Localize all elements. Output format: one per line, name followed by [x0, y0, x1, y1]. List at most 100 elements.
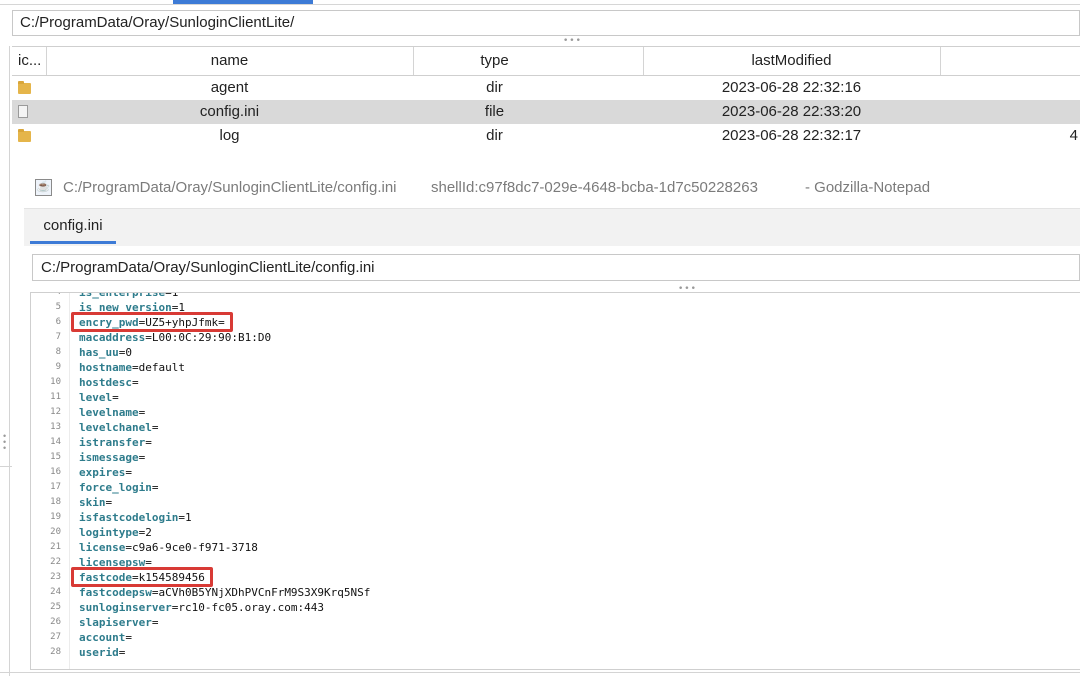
code-line: userid=: [79, 645, 125, 660]
equals-sign: =: [125, 541, 132, 554]
code-editor[interactable]: 4 5 6 7 8 9 10 11 12 13 14 15 16 17 18 19 20 21 22 23 24 25 26…: [30, 292, 1080, 670]
row-type: dir: [486, 79, 503, 96]
highlight-box: [71, 567, 213, 587]
row-name: agent: [210, 79, 249, 96]
code-line: has_uu=0: [79, 345, 132, 360]
config-value: 1: [184, 511, 192, 524]
config-key: is_enterprise: [79, 292, 166, 299]
line-number: 5: [55, 302, 61, 312]
line-number: 19: [50, 512, 61, 522]
equals-sign: =: [151, 616, 159, 629]
code-line: expires=: [79, 465, 132, 480]
code-line: is_enterprise=1: [79, 292, 178, 300]
code-line: level=: [79, 390, 119, 405]
code-line: hostdesc=: [79, 375, 139, 390]
line-number: 12: [50, 407, 61, 417]
column-header-name[interactable]: name: [46, 47, 413, 75]
notepad-title-bar[interactable]: ☕ C:/ProgramData/Oray/SunloginClientLite…: [24, 168, 1080, 209]
config-key: expires: [79, 466, 126, 479]
config-key: isfastcodelogin: [79, 511, 179, 524]
equals-sign: =: [125, 631, 132, 644]
config-value: rc10-fc05.oray.com:443: [178, 601, 325, 614]
line-number: 7: [55, 332, 61, 342]
config-key: hostname: [79, 361, 132, 374]
line-number: 21: [50, 542, 61, 552]
java-app-icon: ☕: [35, 179, 52, 196]
config-key: levelname: [79, 406, 139, 419]
code-line: license=c9a6-9ce0-f971-3718: [79, 540, 258, 555]
config-key: level: [79, 391, 113, 404]
row-type: file: [484, 103, 505, 120]
line-number: 8: [55, 347, 61, 357]
line-number: 27: [50, 632, 61, 642]
column-header-type[interactable]: type: [413, 47, 576, 75]
title-app-name: - Godzilla-Notepad: [805, 179, 931, 196]
row-size: [940, 76, 1080, 100]
equals-sign: =: [165, 292, 172, 299]
equals-sign: =: [138, 451, 146, 464]
title-shell-id: shellId:c97f8dc7-029e-4648-bcba-1d7c5022…: [431, 179, 758, 196]
column-header-lastmodified[interactable]: lastModified: [643, 47, 940, 75]
divider: [0, 672, 1080, 673]
line-number: 26: [50, 617, 61, 627]
equals-sign: =: [131, 361, 139, 374]
code-line: force_login=: [79, 480, 158, 495]
line-number: 13: [50, 422, 61, 432]
line-number: 15: [50, 452, 61, 462]
splitter-handle[interactable]: •••: [563, 36, 582, 46]
row-size: [940, 100, 1080, 124]
panel-divider: [9, 46, 10, 676]
config-value: L00:0C:29:90:B1:D0: [151, 331, 272, 344]
config-key: hostdesc: [79, 376, 132, 389]
directory-path-input[interactable]: C:/ProgramData/Oray/SunloginClientLite/: [12, 10, 1080, 36]
config-value: 0: [125, 346, 132, 359]
line-number: 14: [50, 437, 61, 447]
column-divider[interactable]: [940, 47, 941, 75]
column-header-icon[interactable]: ic...: [12, 47, 46, 75]
config-key: skin: [79, 496, 106, 509]
code-line: ismessage=: [79, 450, 145, 465]
table-row-selected[interactable]: config.ini file 2023-06-28 22:33:20: [12, 100, 1080, 124]
divider: [0, 466, 12, 467]
line-number: 11: [50, 392, 61, 402]
table-row[interactable]: agent dir 2023-06-28 22:32:16: [12, 76, 1080, 100]
config-key: logintype: [79, 526, 139, 539]
code-line: macaddress=L00:0C:29:90:B1:D0: [79, 330, 271, 345]
code-line: istransfer=: [79, 435, 152, 450]
notepad-window: ☕ C:/ProgramData/Oray/SunloginClientLite…: [24, 168, 1080, 676]
row-name: config.ini: [199, 103, 260, 120]
row-lastmodified: 2023-06-28 22:32:16: [721, 79, 862, 96]
config-key: userid: [79, 646, 119, 659]
equals-sign: =: [145, 331, 152, 344]
line-number: 20: [50, 527, 61, 537]
folder-icon: [18, 129, 31, 142]
config-key: account: [79, 631, 126, 644]
equals-sign: =: [145, 436, 152, 449]
tab-strip: [24, 209, 1080, 246]
divider: [0, 4, 1080, 5]
equals-sign: =: [112, 391, 119, 404]
line-number: 4: [55, 292, 61, 297]
line-number: 23: [50, 572, 61, 582]
line-number: 22: [50, 557, 61, 567]
config-key: license: [79, 541, 126, 554]
file-path-input[interactable]: C:/ProgramData/Oray/SunloginClientLite/c…: [32, 254, 1080, 281]
equals-sign: =: [125, 466, 132, 479]
vertical-splitter-handle[interactable]: • • •: [3, 432, 9, 453]
config-key: sunloginserver: [79, 601, 172, 614]
config-value: c9a6-9ce0-f971-3718: [131, 541, 258, 554]
equals-sign: =: [151, 481, 159, 494]
code-line: skin=: [79, 495, 112, 510]
table-row[interactable]: log dir 2023-06-28 22:32:17 4: [12, 124, 1080, 148]
row-name: log: [219, 127, 240, 144]
line-number: 24: [50, 587, 61, 597]
line-number: 9: [55, 362, 61, 372]
line-number: 10: [50, 377, 61, 387]
config-key: fastcodepsw: [79, 586, 152, 599]
equals-sign: =: [118, 646, 126, 659]
config-key: has_uu: [79, 346, 119, 359]
line-number: 6: [55, 317, 61, 327]
code-line: isfastcodelogin=1: [79, 510, 192, 525]
line-number: 28: [50, 647, 61, 657]
code-line: levelchanel=: [79, 420, 158, 435]
